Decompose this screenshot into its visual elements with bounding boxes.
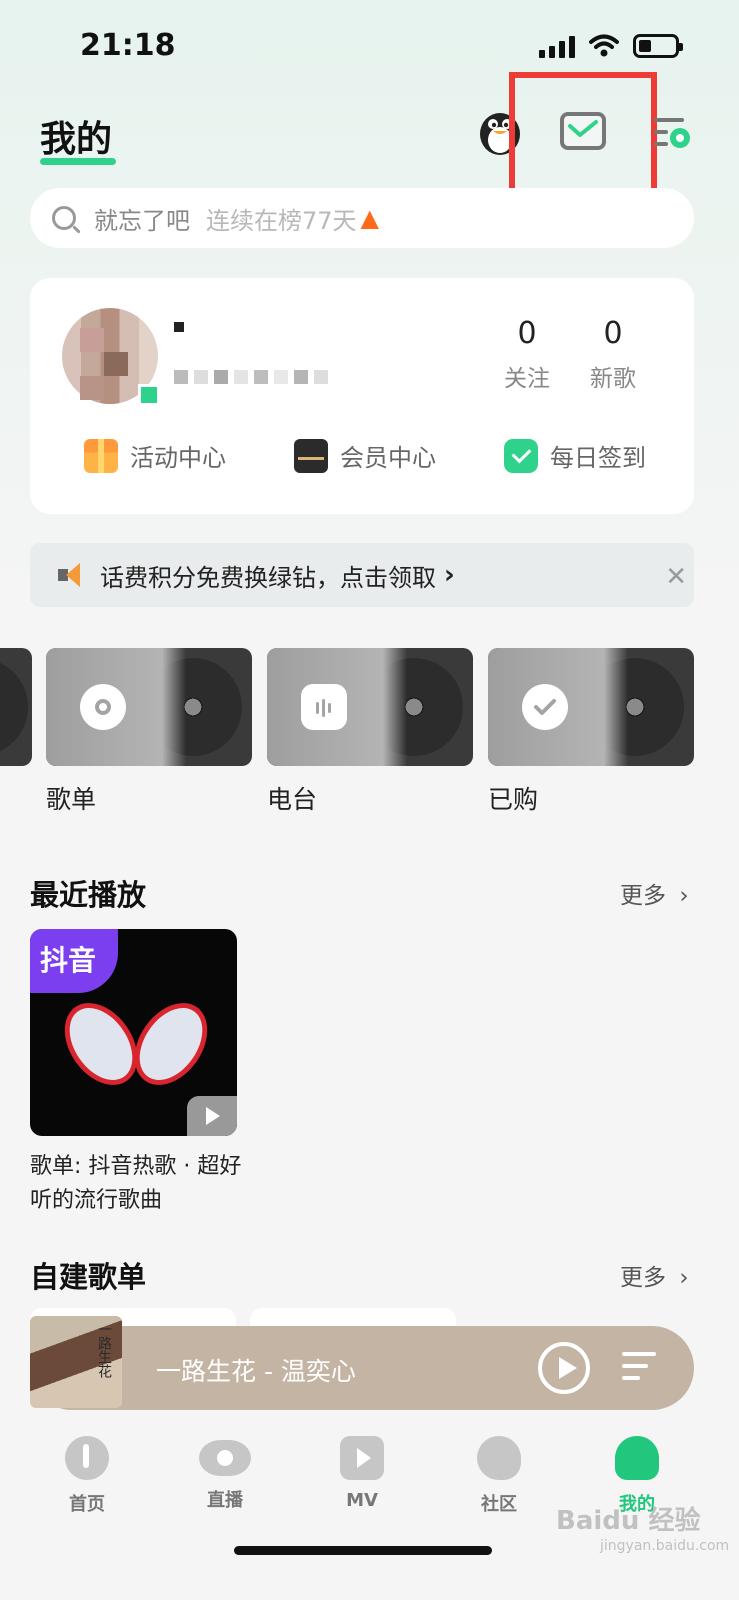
user-icon: [615, 1436, 659, 1480]
fire-icon: ▲: [360, 204, 380, 232]
new-songs-label: 新歌: [590, 366, 636, 392]
now-playing-title: 一路生花 - 温奕心: [156, 1357, 356, 1386]
avatar-pixel: [80, 328, 104, 352]
mini-player[interactable]: [30, 1326, 694, 1410]
activity-center-link[interactable]: 活动中心: [84, 438, 226, 473]
tab-live[interactable]: 直播: [180, 1436, 270, 1512]
chevron-right-icon: ›: [679, 883, 689, 909]
cellular-signal-icon: [539, 34, 575, 58]
eye-icon: [199, 1440, 251, 1476]
playlist-queue-icon[interactable]: [622, 1352, 660, 1386]
tab-community[interactable]: 社区: [454, 1436, 544, 1516]
recent-more-label: 更多: [620, 883, 666, 909]
tab-home-label: 首页: [69, 1494, 105, 1515]
tab-mv[interactable]: MV: [317, 1436, 407, 1511]
vip-center-label: 会员中心: [340, 444, 436, 472]
promo-text: 话费积分免费换绿钻，点击领取: [100, 563, 436, 592]
douyin-badge: 抖音: [30, 929, 118, 993]
title-underline: [40, 158, 116, 165]
custom-playlists-more-label: 更多: [620, 1265, 666, 1291]
vip-icon: [294, 438, 328, 473]
following-label: 关注: [504, 366, 550, 392]
home-indicator[interactable]: [234, 1546, 492, 1555]
chevron-right-icon: ›: [444, 560, 455, 590]
tab-mv-label: MV: [346, 1490, 378, 1511]
search-hint: 连续在榜77天: [206, 206, 357, 235]
following-count: 0: [517, 316, 537, 351]
status-time: 21:18: [80, 28, 176, 63]
settings-list-icon[interactable]: [654, 114, 694, 154]
tab-home[interactable]: 首页: [42, 1436, 132, 1516]
recent-more-link[interactable]: 更多 ›: [620, 876, 689, 910]
daily-checkin-label: 每日签到: [550, 444, 646, 472]
battery-icon: [633, 34, 683, 58]
search-bar[interactable]: 就忘了吧 连续在榜77天 ▲: [30, 188, 694, 248]
status-icons: [539, 34, 683, 58]
close-icon[interactable]: ✕: [665, 562, 687, 592]
tile-label: 电台: [267, 785, 318, 814]
page-title: 我的: [40, 119, 113, 160]
custom-playlists-title: 自建歌单: [30, 1260, 147, 1294]
tile-partial[interactable]: [0, 648, 32, 766]
wifi-icon: [589, 34, 619, 57]
tile-radio[interactable]: [267, 648, 473, 766]
tab-community-label: 社区: [481, 1494, 517, 1515]
watermark-url: jingyan.baidu.com: [600, 1538, 730, 1554]
avatar-pixel: [80, 376, 104, 400]
search-icon: [52, 206, 76, 230]
disc-icon: [80, 684, 126, 730]
gift-icon: [84, 438, 118, 473]
avatar-pixel: [104, 352, 128, 376]
activity-center-label: 活动中心: [130, 444, 226, 472]
promo-banner[interactable]: 话费积分免费换绿钻，点击领取 ›: [30, 543, 694, 607]
video-play-icon: [340, 1436, 384, 1480]
tile-purchased[interactable]: [488, 648, 694, 766]
mini-player-cover[interactable]: 一路生花: [30, 1316, 122, 1408]
chevron-right-icon: ›: [679, 1265, 689, 1291]
radio-icon: [301, 684, 347, 730]
new-songs-stat[interactable]: 0 新歌: [578, 316, 648, 393]
checkin-icon: [504, 438, 538, 473]
user-id-redacted: [174, 370, 328, 384]
following-stat[interactable]: 0 关注: [492, 316, 562, 393]
tile-label: 已购: [488, 785, 539, 814]
custom-playlists-more-link[interactable]: 更多 ›: [620, 1258, 689, 1292]
search-query: 就忘了吧: [94, 206, 190, 235]
tile-playlists[interactable]: [46, 648, 252, 766]
watermark: Baidu 经验: [556, 1506, 701, 1536]
new-songs-count: 0: [603, 316, 623, 351]
play-button[interactable]: [538, 1342, 590, 1394]
megaphone-icon: [56, 563, 82, 587]
recent-playlist-title[interactable]: 歌单: 抖音热歌 · 超好听的流行歌曲: [30, 1150, 260, 1218]
tab-live-label: 直播: [207, 1490, 243, 1511]
tile-label: 歌单: [46, 785, 97, 814]
play-icon[interactable]: [187, 1096, 237, 1136]
music-note-icon: [65, 1436, 109, 1480]
recent-section-title: 最近播放: [30, 878, 147, 912]
vip-center-link[interactable]: 会员中心: [294, 438, 436, 473]
username-redacted: [174, 322, 184, 332]
recent-playlist-cover[interactable]: 抖音: [30, 929, 237, 1136]
community-icon: [477, 1436, 521, 1480]
avatar-badge: [138, 384, 160, 406]
mini-cover-text: 一路生花: [96, 1322, 112, 1378]
check-icon: [522, 684, 568, 730]
daily-checkin-link[interactable]: 每日签到: [504, 438, 646, 473]
